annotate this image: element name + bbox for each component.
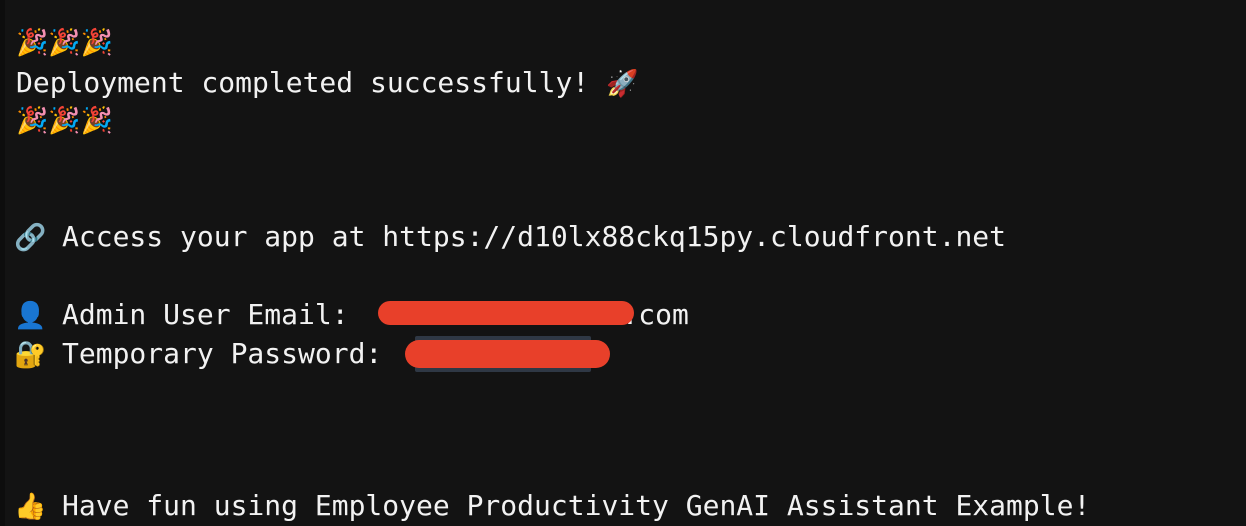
password-redaction-bar (405, 340, 610, 368)
outro-text: Have fun using Employee Productivity Gen… (62, 489, 1091, 522)
confetti-emoji-top: 🎉🎉🎉 (16, 28, 114, 58)
lock-key-icon: 🔐 (14, 340, 47, 370)
headline-text: Deployment completed successfully! (16, 66, 607, 99)
terminal-output[interactable]: 🎉🎉🎉 Deployment completed successfully! 🚀… (0, 0, 1246, 526)
outro-row: 👍 Have fun using Employee Productivity Ge… (14, 487, 1090, 526)
deployment-success-headline: Deployment completed successfully! 🚀 (16, 64, 638, 103)
user-icon: 👤 (14, 301, 47, 331)
temporary-password-label: Temporary Password: (62, 337, 400, 370)
link-icon: 🔗 (14, 223, 47, 253)
app-url-text[interactable]: Access your app at https://d10lx88ckq15p… (62, 220, 1006, 253)
confetti-emoji-bottom: 🎉🎉🎉 (16, 106, 114, 136)
thumbs-up-icon: 👍 (14, 492, 47, 522)
email-redaction-bar (378, 301, 634, 325)
app-url-row: 🔗 Access your app at https://d10lx88ckq15… (14, 218, 1006, 257)
admin-email-label: Admin User Email: (62, 298, 366, 331)
temporary-password-row: 🔐 Temporary Password: (14, 335, 399, 374)
rocket-icon: 🚀 (606, 69, 639, 99)
